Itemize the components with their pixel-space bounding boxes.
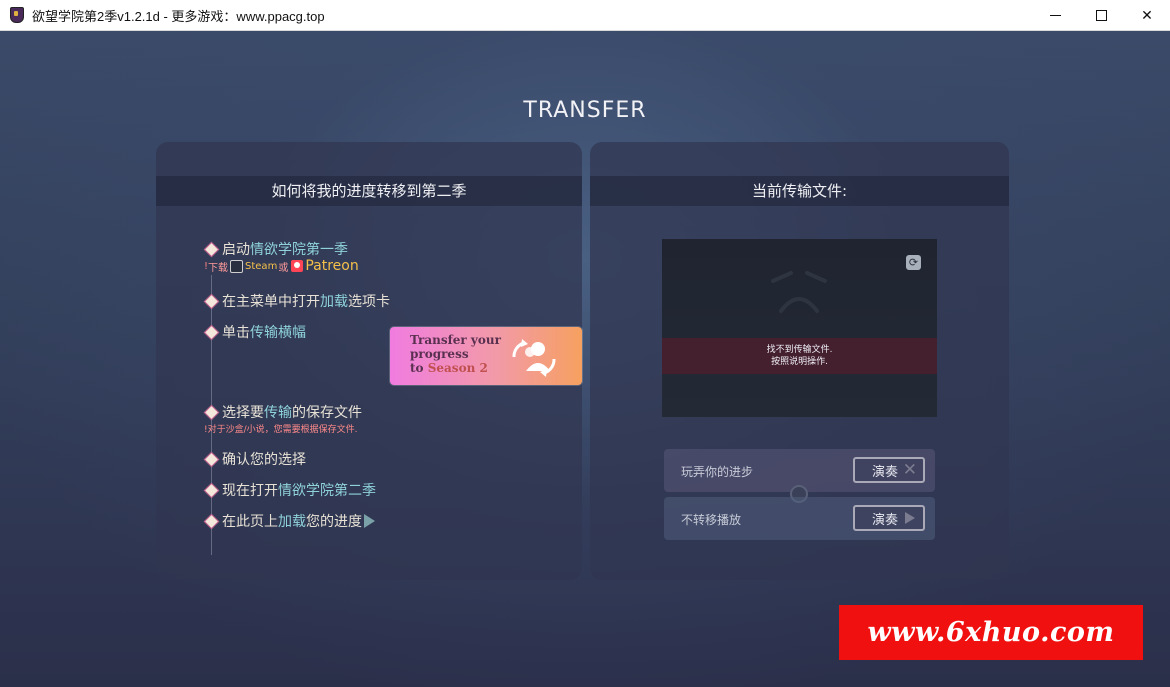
step-3-text: 单击 <box>222 325 250 341</box>
step-3-highlight: 传输 <box>250 325 278 341</box>
step-6: 现在打开 情欲学院第二季 <box>203 480 376 500</box>
step-1-highlight: 情欲学院第一季 <box>250 242 348 258</box>
transfer-file-header: 当前传输文件: <box>590 176 1009 206</box>
bullet-diamond-icon <box>203 324 220 340</box>
error-message: 找不到传输文件. 按照说明操作. <box>662 338 937 374</box>
step-1-text: 启动 <box>222 242 250 258</box>
step-5: 确认您的选择 <box>203 449 306 469</box>
step-7-suffix: 您的进度 <box>306 514 362 530</box>
save-preview: ⟳ 找不到传输文件. 按照说明操作. <box>662 239 937 417</box>
bullet-diamond-icon <box>203 513 220 529</box>
refresh-icon[interactable]: ⟳ <box>906 255 921 270</box>
error-line-2: 按照说明操作. <box>771 357 828 367</box>
step-6-highlight: 情欲学院第二季 <box>278 483 376 499</box>
step-7: 在此页上 加载 您的进度 <box>203 511 375 531</box>
banner-season: Season 2 <box>427 361 488 375</box>
banner-line-1: Transfer your <box>410 333 501 347</box>
window-title: 欲望学院第2季v1.2.1d - 更多游戏：www.ppacg.top <box>32 8 325 24</box>
transfer-file-panel: 当前传输文件: ⟳ 找不到传输文件. 按照说明操作. 玩弄你的进步 演奏 ✕ 不… <box>590 142 1009 580</box>
step-2: 在主菜单中打开 加载 选项卡 <box>203 291 390 311</box>
option-2-label: 不转移播放 <box>681 513 742 527</box>
bullet-diamond-icon <box>203 241 220 257</box>
close-button[interactable] <box>1124 0 1170 31</box>
step-4-suffix: 的保存文件 <box>292 405 362 421</box>
patreon-icon[interactable] <box>291 260 304 272</box>
step-2-suffix: 选项卡 <box>348 294 390 310</box>
game-screen: TRANSFER 如何将我的进度转移到第二季 启动 情欲学院第一季 ! 下载 St… <box>0 31 1170 687</box>
banner-line-3: to <box>410 361 424 375</box>
minimize-button[interactable] <box>1032 0 1078 31</box>
step-2-text: 在主菜单中打开 <box>222 294 320 310</box>
window-titlebar: 欲望学院第2季v1.2.1d - 更多游戏：www.ppacg.top <box>0 0 1170 31</box>
play-button-label: 演奏 <box>872 512 899 528</box>
transfer-banner[interactable]: Transfer your progress to Season 2 <box>390 327 582 385</box>
step-4: 选择要 传输 的保存文件 <box>203 402 362 422</box>
play-button-label: 演奏 <box>872 464 899 480</box>
play-with-progress-button[interactable]: 演奏 ✕ <box>853 457 925 483</box>
option-play-without-transfer: 不转移播放 演奏 <box>664 497 935 540</box>
app-icon <box>10 7 24 23</box>
watermark: www.6xhuo.com <box>839 605 1143 660</box>
error-line-1: 找不到传输文件. <box>766 345 833 355</box>
banner-line-2: progress <box>410 347 469 361</box>
note-download-label: 下载 <box>208 262 229 274</box>
play-without-transfer-button[interactable]: 演奏 <box>853 505 925 531</box>
step-3-suffix: 横幅 <box>278 325 306 341</box>
bullet-diamond-icon <box>203 404 220 420</box>
patreon-link[interactable]: Patreon <box>305 258 358 274</box>
sandbox-note: !对于沙盒/小说，您需要根据保存文件. <box>204 425 358 435</box>
step-7-highlight: 加载 <box>278 514 306 530</box>
play-icon <box>905 512 915 524</box>
sad-face-icon <box>771 271 827 313</box>
download-note: ! 下载 Steam 或 Patreon <box>204 258 359 274</box>
step-2-highlight: 加载 <box>320 294 348 310</box>
step-6-text: 现在打开 <box>222 483 278 499</box>
note-or: 或 <box>278 262 289 274</box>
window-controls <box>1032 0 1170 31</box>
transfer-users-icon <box>512 339 556 377</box>
step-1: 启动 情欲学院第一季 <box>203 239 348 259</box>
bullet-diamond-icon <box>203 482 220 498</box>
banner-text: Transfer your progress to Season 2 <box>410 333 501 375</box>
step-4-highlight: 传输 <box>264 405 292 421</box>
maximize-button[interactable] <box>1078 0 1124 31</box>
arrow-right-icon <box>364 514 375 528</box>
bullet-diamond-icon <box>203 293 220 309</box>
step-7-text: 在此页上 <box>222 514 278 530</box>
steam-icon[interactable] <box>230 259 244 273</box>
bullet-diamond-icon <box>203 451 220 467</box>
steam-link[interactable]: Steam <box>245 261 277 272</box>
step-3: 单击 传输 横幅 <box>203 322 306 342</box>
step-4-text: 选择要 <box>222 405 264 421</box>
step-5-text: 确认您的选择 <box>222 452 306 468</box>
x-icon: ✕ <box>902 460 917 480</box>
option-1-label: 玩弄你的进步 <box>681 465 754 479</box>
